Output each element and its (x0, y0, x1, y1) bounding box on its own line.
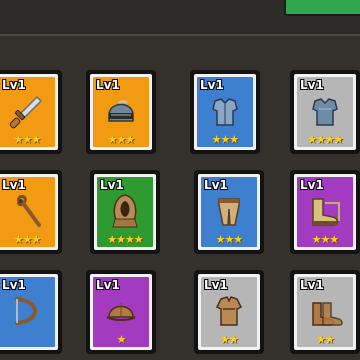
cap-icon (101, 291, 141, 331)
equipment-slot[interactable]: Lv1 ★★★ (0, 170, 62, 254)
level-label: Lv1 (2, 178, 26, 192)
level-label: Lv1 (200, 78, 224, 92)
star-rating: ★★★ (13, 233, 42, 246)
dagger-icon (7, 91, 47, 131)
level-label: Lv1 (100, 178, 124, 192)
level-label: Lv1 (204, 278, 228, 292)
equipment-slot[interactable]: Lv1 ★★★★ (290, 70, 360, 154)
equipment-slot[interactable]: Lv1 ★★★ (0, 70, 62, 154)
hood-icon (105, 191, 145, 231)
equipment-slot[interactable]: Lv1 ★★★ (86, 70, 156, 154)
level-label: Lv1 (2, 78, 26, 92)
star-rating: ★★ (220, 333, 239, 346)
level-label: Lv1 (300, 78, 324, 92)
equipment-slot[interactable]: Lv1 ★★ (194, 270, 264, 354)
star-rating: ★★★★ (107, 233, 143, 246)
chest-armor-icon (205, 91, 245, 131)
boots-icon (305, 191, 345, 231)
helmet-icon (101, 91, 141, 131)
boots-icon (305, 291, 345, 331)
equipment-slot[interactable]: Lv1 ★★★ (290, 170, 360, 254)
equipment-slot[interactable]: Lv1 ★★ (290, 270, 360, 354)
star-rating: ★★★ (107, 133, 136, 146)
star-rating: ★★★★ (307, 133, 343, 146)
staff-icon (7, 191, 47, 231)
equipment-slot[interactable]: Lv1 ★★★★ (90, 170, 160, 254)
tunic-icon (209, 291, 249, 331)
level-label: Lv1 (96, 278, 120, 292)
pants-icon (209, 191, 249, 231)
level-label: Lv1 (300, 178, 324, 192)
equipment-slot[interactable]: Lv1 (0, 270, 62, 354)
level-label: Lv1 (2, 278, 26, 292)
equipment-slot[interactable]: Lv1 ★ (86, 270, 156, 354)
equipment-grid: Lv1 ★★★ Lv1 ★★★ Lv1 ★★★ Lv1 ★★★★ Lv1 ★★★… (0, 0, 360, 360)
level-label: Lv1 (96, 78, 120, 92)
star-rating: ★★★ (215, 233, 244, 246)
bow-icon (7, 291, 47, 331)
equipment-slot[interactable]: Lv1 ★★★ (194, 170, 264, 254)
equipment-slot[interactable]: Lv1 ★★★ (190, 70, 260, 154)
star-rating: ★★ (316, 333, 335, 346)
star-rating: ★★★ (13, 133, 42, 146)
level-label: Lv1 (204, 178, 228, 192)
level-label: Lv1 (300, 278, 324, 292)
star-rating: ★★★ (311, 233, 340, 246)
star-rating: ★★★ (211, 133, 240, 146)
star-rating: ★ (116, 333, 127, 346)
chest-armor-icon (305, 91, 345, 131)
